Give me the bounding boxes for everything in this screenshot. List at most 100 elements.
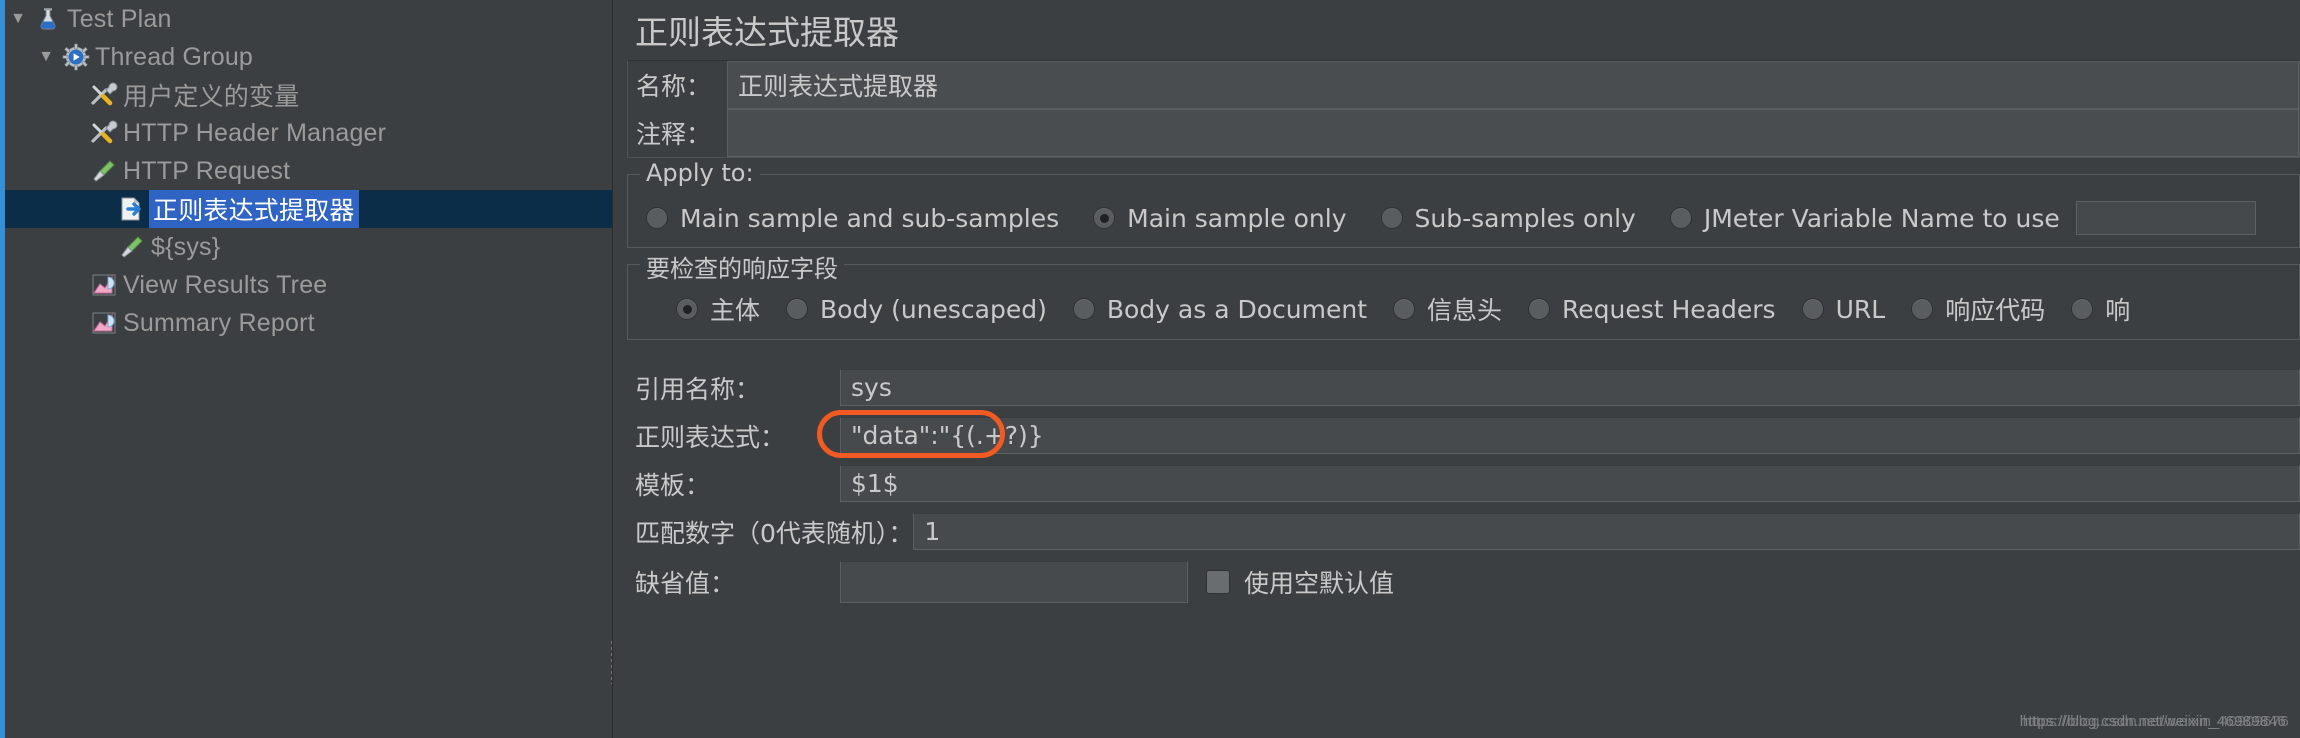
radio-label: Request Headers <box>1562 294 1776 324</box>
flask-icon <box>31 6 65 32</box>
regular-expression-input[interactable]: "data":"{(.+?)} <box>840 417 2300 454</box>
field-to-check-title: 要检查的响应字段 <box>640 249 844 284</box>
radio-label: Main sample only <box>1127 203 1347 233</box>
radio-label: Body (unescaped) <box>820 294 1047 324</box>
watermark: https://blog.csdn.net/weixin_46989846 ht… <box>2020 713 2289 730</box>
pipette-icon <box>87 157 121 185</box>
radio-dot-icon[interactable] <box>646 207 668 229</box>
tree-item-label: HTTP Request <box>123 156 291 185</box>
radio-dot-icon[interactable] <box>1393 298 1415 320</box>
radio-main-sample-and-sub-samples[interactable]: Main sample and sub-samples <box>646 204 1059 233</box>
radio-dot-icon[interactable] <box>1380 207 1403 229</box>
tree-item-http-header-manager[interactable]: HTTP Header Manager <box>5 114 612 152</box>
radio-label: Sub-samples only <box>1414 203 1636 233</box>
radio-dot-icon[interactable] <box>1801 298 1824 320</box>
radio-label: 信息头 <box>1427 296 1503 325</box>
chevron-down-icon[interactable]: ▼ <box>33 49 59 65</box>
apply-to-title: Apply to: <box>640 159 760 187</box>
radio-sub-samples-only[interactable]: Sub-samples only <box>1380 203 1636 233</box>
tree-item-view-results-tree[interactable]: View Results Tree <box>5 266 612 304</box>
name-comment-box: 名称： 正则表达式提取器 注释： <box>627 60 2300 158</box>
chart-icon <box>87 272 121 298</box>
apply-to-radio-line: Main sample and sub-samples Main sample … <box>628 197 2299 237</box>
tree-item-label: Test Plan <box>67 4 172 33</box>
tree-item-http-request[interactable]: HTTP Request <box>5 152 612 190</box>
default-value-label: 缺省值： <box>635 569 736 598</box>
radio-jmeter-variable-name[interactable]: JMeter Variable Name to use <box>1669 201 2256 235</box>
default-value-row: 缺省值： 使用空默认值 <box>635 558 2300 606</box>
tree-item-label: Summary Report <box>123 308 315 337</box>
tree-item-user-defined-variables[interactable]: 用户定义的变量 <box>5 76 612 114</box>
radio-dot-icon[interactable] <box>1911 298 1934 320</box>
template-row: 模板： $1$ <box>635 462 2300 505</box>
match-number-input[interactable]: 1 <box>913 513 2300 550</box>
radio-dot-icon[interactable] <box>1093 207 1116 229</box>
radio-dot-icon[interactable] <box>1072 298 1095 320</box>
radio-dot-icon[interactable] <box>1669 207 1692 229</box>
wrench-screwdriver-icon <box>87 119 121 147</box>
radio-dot-icon[interactable] <box>1528 298 1551 320</box>
page-arrow-icon <box>115 195 149 223</box>
radio-response-code[interactable]: 响应代码 <box>1911 291 2045 327</box>
test-plan-tree[interactable]: ▼ Test Plan ▼ Thread Group 用户定义的变量 HTTP … <box>0 0 613 738</box>
radio-label: JMeter Variable Name to use <box>1703 203 2060 233</box>
radio-dot-icon[interactable] <box>676 298 698 320</box>
jmeter-window: ▼ Test Plan ▼ Thread Group 用户定义的变量 HTTP … <box>0 0 2300 738</box>
radio-dot-icon[interactable] <box>786 298 809 320</box>
apply-to-group: Apply to: Main sample and sub-samples Ma… <box>627 159 2300 248</box>
radio-response-message[interactable]: 响 <box>2071 291 2130 327</box>
extractor-fields: 引用名称： sys 正则表达式： "data":"{(.+?)} 模板： $1$… <box>627 366 2300 606</box>
comment-input[interactable] <box>727 109 2299 157</box>
reference-name-input[interactable]: sys <box>840 369 2300 406</box>
comment-row: 注释： <box>628 109 2299 157</box>
regular-expression-row: 正则表达式： "data":"{(.+?)} <box>635 410 2300 458</box>
chevron-down-icon[interactable]: ▼ <box>5 11 31 27</box>
radio-label: Body as a Document <box>1106 294 1367 324</box>
use-empty-default-checkbox[interactable] <box>1206 570 1230 594</box>
wrench-screwdriver-icon <box>87 81 121 109</box>
radio-label: Main sample and sub-samples <box>680 203 1060 233</box>
radio-body[interactable]: 主体 <box>676 291 760 327</box>
tree-item-summary-report[interactable]: Summary Report <box>5 304 612 342</box>
name-input[interactable]: 正则表达式提取器 <box>727 61 2299 109</box>
radio-dot-icon[interactable] <box>2071 298 2094 320</box>
field-to-check-group: 要检查的响应字段 主体 Body (unescaped) Body as a D… <box>627 249 2300 340</box>
tree-item-label: ${sys} <box>151 232 221 261</box>
radio-response-headers[interactable]: 信息头 <box>1393 291 1502 327</box>
match-number-row: 匹配数字（0代表随机）： 1 <box>635 510 2300 553</box>
tree-item-thread-group[interactable]: ▼ Thread Group <box>5 38 612 76</box>
default-value-input[interactable] <box>840 561 1188 603</box>
page-title: 正则表达式提取器 <box>635 13 899 52</box>
tree-item-label: HTTP Header Manager <box>123 118 387 147</box>
reference-name-label: 引用名称： <box>635 374 761 404</box>
pipette-icon <box>115 233 149 261</box>
tree-item-regex-extractor[interactable]: 正则表达式提取器 <box>5 190 612 228</box>
tree-item-sys-variable[interactable]: ${sys} <box>5 228 612 266</box>
radio-url[interactable]: URL <box>1801 294 1886 324</box>
tree-item-label: 用户定义的变量 <box>123 82 300 111</box>
watermark-line-2: https://blog.csdn.net/weixin_40909676 <box>2022 713 2289 730</box>
comment-label: 注释： <box>636 120 712 149</box>
tree-item-test-plan[interactable]: ▼ Test Plan <box>5 0 612 38</box>
template-label: 模板： <box>635 470 711 500</box>
chart-icon <box>87 310 121 336</box>
jmeter-variable-name-input[interactable] <box>2075 201 2256 235</box>
match-number-label: 匹配数字（0代表随机）： <box>635 518 914 548</box>
name-label: 名称： <box>636 72 712 101</box>
regex-extractor-editor: 正则表达式提取器 名称： 正则表达式提取器 注释： Apply to: Main… <box>613 0 2300 738</box>
field-to-check-radio-line: 主体 Body (unescaped) Body as a Document 信… <box>628 287 2299 329</box>
template-input[interactable]: $1$ <box>840 465 2300 502</box>
regular-expression-label: 正则表达式： <box>635 422 786 452</box>
name-row: 名称： 正则表达式提取器 <box>628 61 2299 109</box>
radio-main-sample-only[interactable]: Main sample only <box>1093 203 1347 233</box>
tree-item-label: Thread Group <box>95 42 254 71</box>
tree-item-label: View Results Tree <box>123 270 328 299</box>
radio-body-as-a-document[interactable]: Body as a Document <box>1072 294 1367 324</box>
radio-request-headers[interactable]: Request Headers <box>1528 295 1776 324</box>
radio-label: URL <box>1835 294 1886 324</box>
tree-item-label: 正则表达式提取器 <box>149 190 359 228</box>
radio-label: 响应代码 <box>1945 296 2046 325</box>
use-empty-default-label: 使用空默认值 <box>1244 569 1395 598</box>
reference-name-row: 引用名称： sys <box>635 366 2300 409</box>
radio-body-unescaped[interactable]: Body (unescaped) <box>786 295 1047 324</box>
